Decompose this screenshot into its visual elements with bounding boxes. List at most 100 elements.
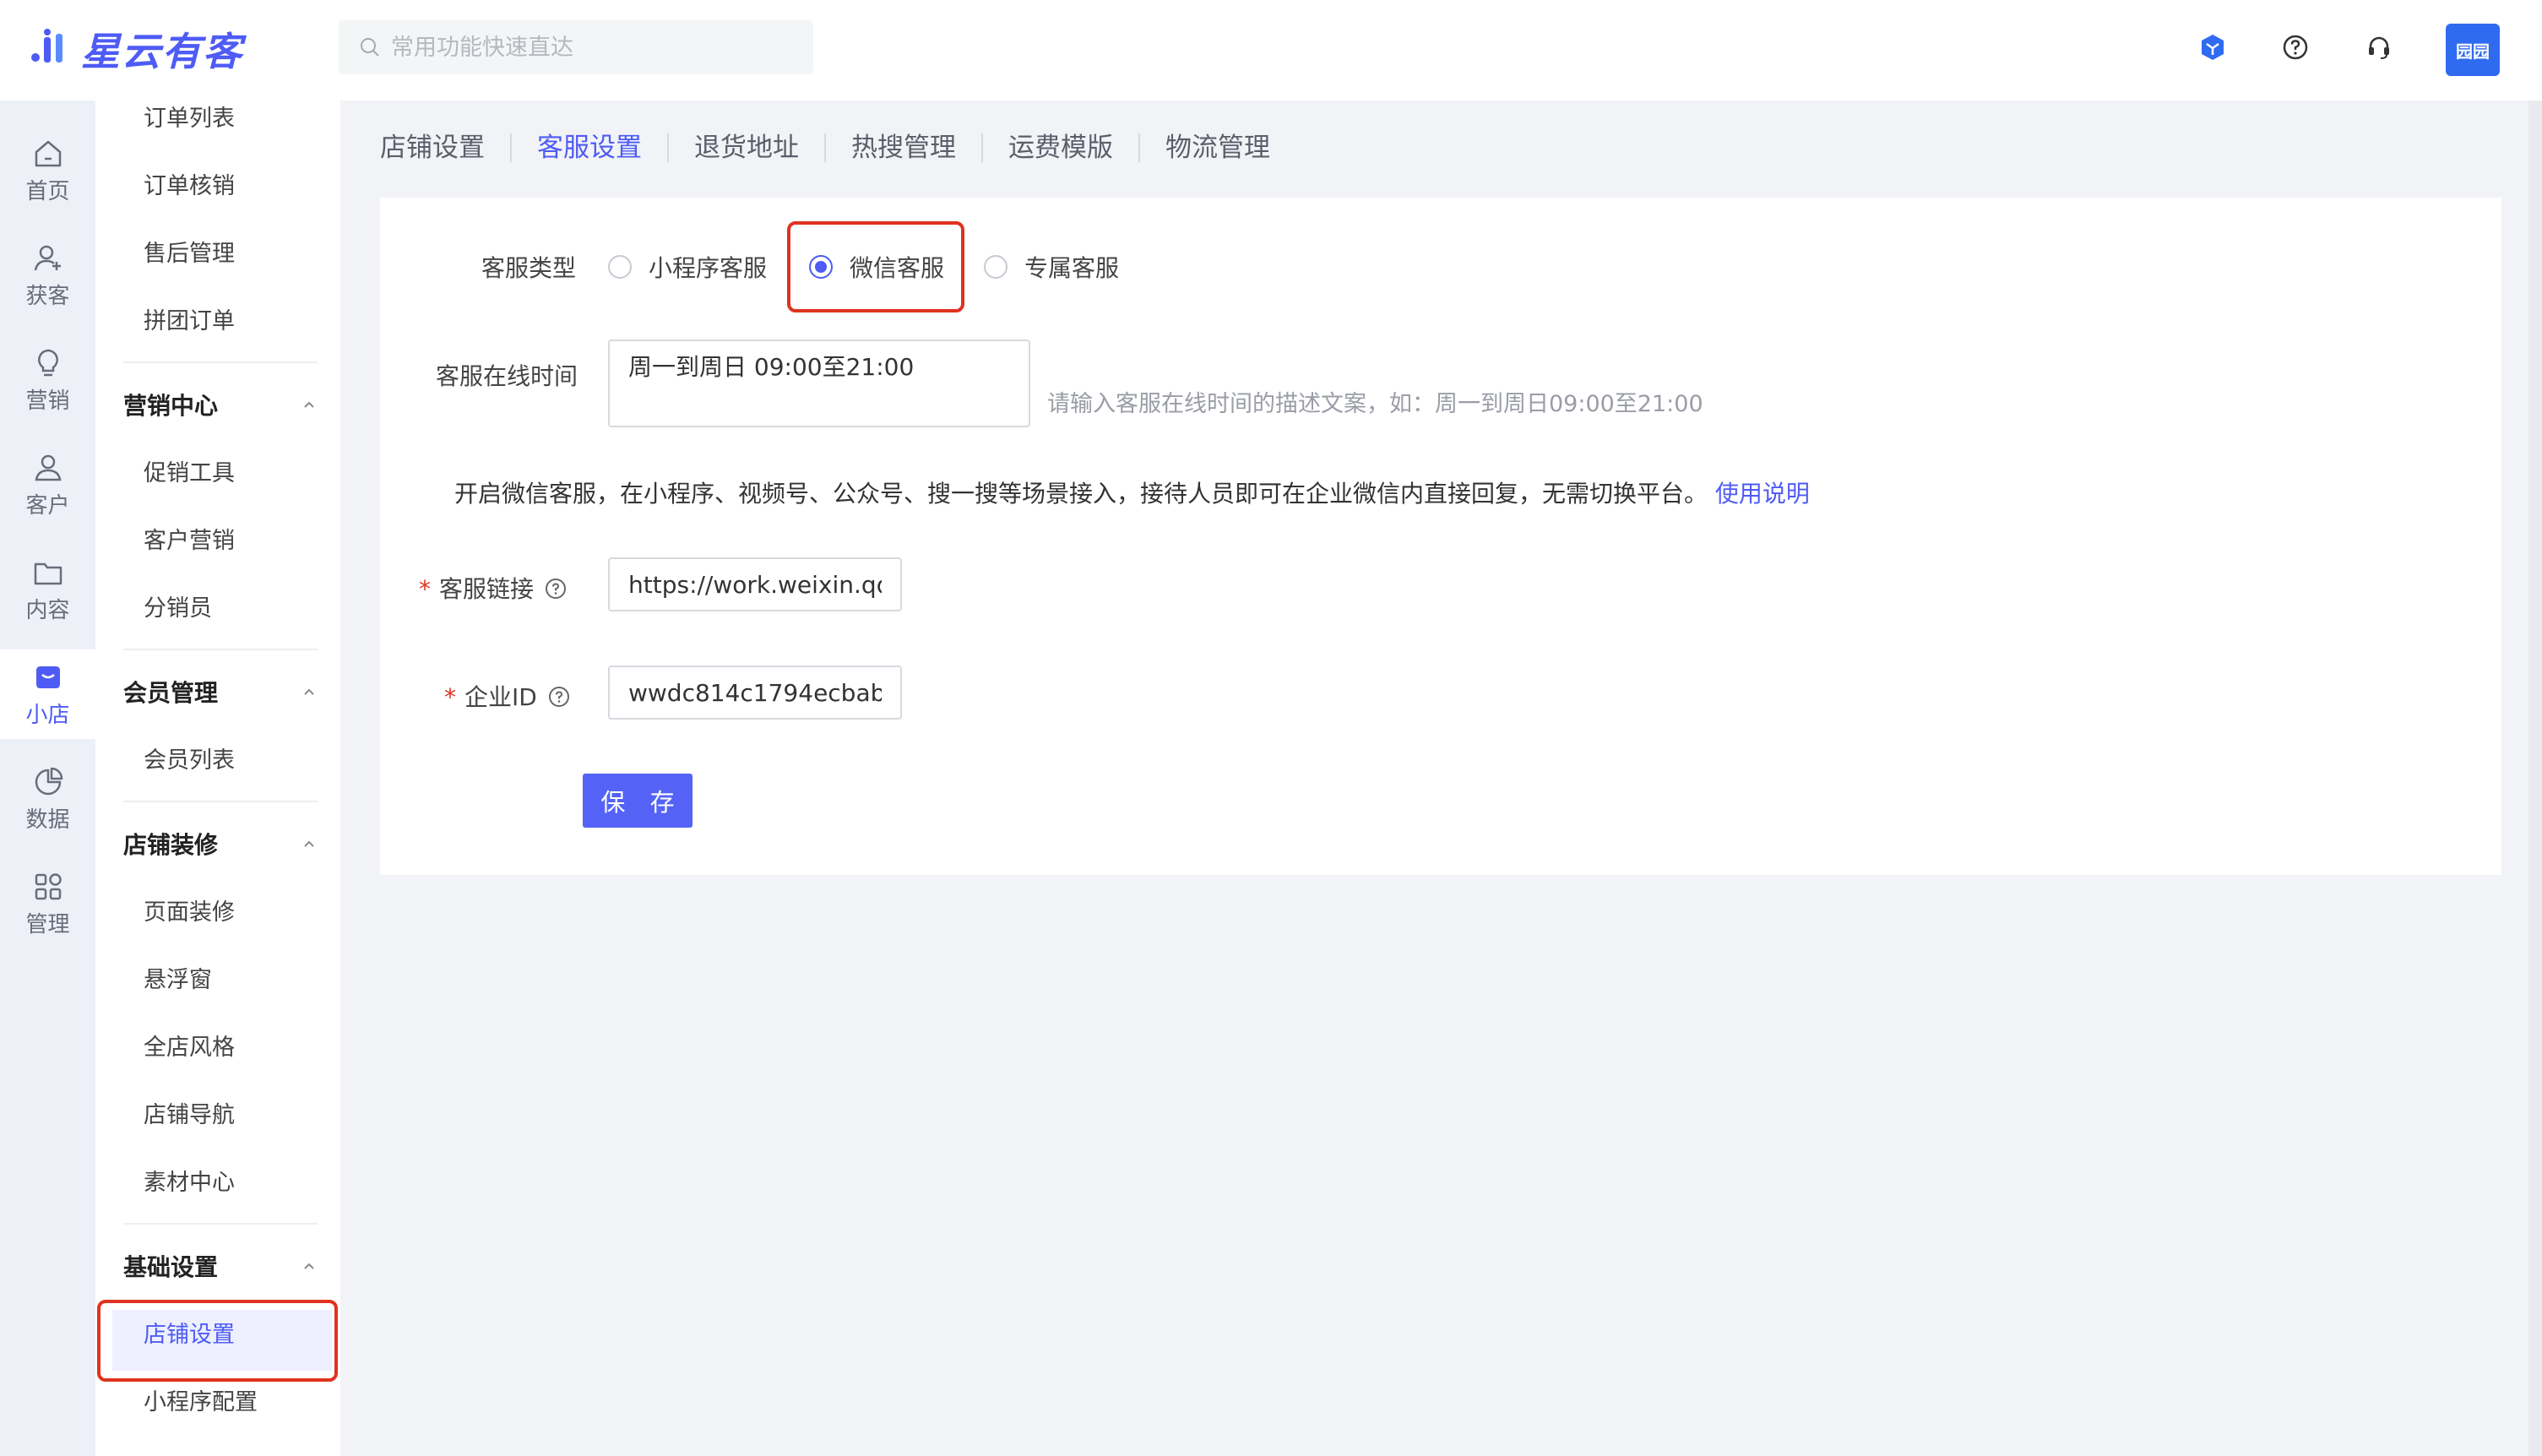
rail-item-home[interactable]: 首页 <box>0 126 95 215</box>
brand-logo[interactable]: 星云有客 <box>27 22 243 76</box>
top-bar: 星云有客 园园 <box>0 0 2542 101</box>
radio-dedicated-service[interactable]: 专属客服 <box>984 250 1119 284</box>
tab-shipping-template[interactable]: 运费模版 <box>981 133 1138 162</box>
radio-label: 专属客服 <box>1024 254 1120 282</box>
description-text: 开启微信客服，在小程序、视频号、公众号、搜一搜等场景接入，接待人员即可在企业微信… <box>454 480 1708 508</box>
sidebar-item-after-sale[interactable]: 售后管理 <box>144 237 235 271</box>
sidebar-item-distributor[interactable]: 分销员 <box>144 592 212 626</box>
save-button[interactable]: 保 存 <box>583 774 693 828</box>
sidebar-group-title: 营销中心 <box>123 392 219 420</box>
sidebar-item-store-nav[interactable]: 店铺导航 <box>144 1099 235 1133</box>
rail-label: 小店 <box>25 702 70 728</box>
cube-icon <box>2202 35 2224 60</box>
online-time-label: 客服在线时间 <box>436 362 578 390</box>
sidebar-item-page-decoration[interactable]: 页面装修 <box>144 896 235 930</box>
rail-item-content[interactable]: 内容 <box>0 545 95 634</box>
required-mark: * <box>419 575 431 603</box>
sidebar-group-basic-settings[interactable]: 基础设置 <box>123 1249 318 1283</box>
user-avatar[interactable]: 园园 <box>2446 24 2500 76</box>
help-circle-icon <box>2283 35 2308 60</box>
radio-dot[interactable] <box>608 255 632 279</box>
help-circle-icon[interactable] <box>547 685 571 709</box>
sidebar-item-floating-window[interactable]: 悬浮窗 <box>144 964 212 997</box>
wechat-service-description: 开启微信客服，在小程序、视频号、公众号、搜一搜等场景接入，接待人员即可在企业微信… <box>454 475 1810 509</box>
home-icon <box>35 140 61 166</box>
folder-icon <box>34 562 62 584</box>
wechat-option-highlight <box>787 221 964 312</box>
rail-item-shop[interactable]: 小店 <box>0 649 95 739</box>
brand-logo-icon <box>31 29 62 62</box>
cube-button[interactable] <box>2196 30 2230 64</box>
search-input[interactable] <box>391 34 796 61</box>
headset-icon <box>2369 36 2389 59</box>
sidebar-item-customer-marketing[interactable]: 客户营销 <box>144 524 235 558</box>
rail-item-manage[interactable]: 管理 <box>0 859 95 948</box>
sidebar-group-decoration[interactable]: 店铺装修 <box>123 827 318 861</box>
sidebar-divider <box>123 361 318 363</box>
sidebar-group-title: 会员管理 <box>123 679 219 707</box>
sidebar-item-promo-tools[interactable]: 促销工具 <box>144 457 235 491</box>
secondary-sidebar: 订单列表 订单核销 售后管理 拼团订单 营销中心 促销工具 客户营销 分销员 会… <box>95 101 340 1456</box>
help-button[interactable] <box>2279 30 2312 64</box>
sidebar-item-store-style[interactable]: 全店风格 <box>144 1031 235 1065</box>
sidebar-item-order-verify[interactable]: 订单核销 <box>144 170 235 204</box>
shop-icon <box>35 666 60 688</box>
user-icon <box>35 454 61 481</box>
settings-card <box>380 198 2501 875</box>
sidebar-item-material-center[interactable]: 素材中心 <box>144 1166 235 1200</box>
sidebar-item-member-list[interactable]: 会员列表 <box>144 744 235 778</box>
rail-item-customer[interactable]: 客户 <box>0 440 95 530</box>
sidebar-item-order-list[interactable]: 订单列表 <box>144 102 235 136</box>
tab-customer-service[interactable]: 客服设置 <box>510 133 667 162</box>
quick-search[interactable] <box>339 20 813 74</box>
radio-miniprogram-service[interactable]: 小程序客服 <box>608 250 767 284</box>
grid-icon <box>35 872 62 899</box>
corp-id-label-text: 企业ID <box>464 683 537 711</box>
radio-label: 小程序客服 <box>649 254 768 282</box>
online-time-input[interactable]: 周一到周日 09:00至21:00 <box>608 340 1030 427</box>
usage-guide-link[interactable]: 使用说明 <box>1715 480 1810 508</box>
page-scrollbar[interactable] <box>2528 101 2542 1456</box>
chevron-up-icon <box>304 840 314 847</box>
rail-label: 内容 <box>25 597 70 623</box>
corp-id-input[interactable] <box>608 666 902 720</box>
tab-store-settings[interactable]: 店铺设置 <box>380 133 510 162</box>
primary-nav-rail: 首页 获客 营销 客户 内容 小店 数据 管理 <box>0 101 95 1456</box>
rail-label: 客户 <box>25 492 70 519</box>
chevron-up-icon <box>304 688 314 695</box>
search-icon <box>361 38 379 57</box>
sidebar-divider <box>123 1223 318 1225</box>
rail-item-acquire[interactable]: 获客 <box>0 231 95 320</box>
sidebar-group-title: 基础设置 <box>123 1253 219 1281</box>
rail-label: 营销 <box>25 388 70 414</box>
rail-label: 管理 <box>25 911 70 937</box>
customer-service-button[interactable] <box>2362 30 2396 64</box>
rail-item-data[interactable]: 数据 <box>0 754 95 844</box>
rail-label: 获客 <box>25 283 70 309</box>
tab-return-address[interactable]: 退货地址 <box>667 133 824 162</box>
chevron-up-icon <box>304 1263 314 1269</box>
required-mark: * <box>444 683 456 711</box>
tab-hot-search[interactable]: 热搜管理 <box>824 133 981 162</box>
sidebar-item-group-order[interactable]: 拼团订单 <box>144 305 235 339</box>
rail-label: 数据 <box>25 807 70 833</box>
help-circle-icon[interactable] <box>544 577 568 600</box>
sidebar-divider <box>123 801 318 802</box>
sidebar-divider <box>123 649 318 650</box>
service-link-input[interactable] <box>608 557 902 611</box>
user-add-icon <box>34 245 61 270</box>
service-link-label-text: 客服链接 <box>439 575 535 603</box>
tab-logistics[interactable]: 物流管理 <box>1138 133 1295 162</box>
radio-dot[interactable] <box>984 255 1008 279</box>
corp-id-label: * 企业ID <box>444 679 571 713</box>
bulb-icon <box>37 349 58 376</box>
brand-name: 星云有客 <box>81 29 243 74</box>
rail-item-marketing[interactable]: 营销 <box>0 335 95 425</box>
sidebar-group-marketing[interactable]: 营销中心 <box>123 388 318 421</box>
pie-chart-icon <box>35 767 62 795</box>
sidebar-group-member[interactable]: 会员管理 <box>123 675 318 709</box>
sidebar-group-title: 店铺装修 <box>123 831 219 859</box>
service-link-label: * 客服链接 <box>419 571 568 605</box>
sidebar-item-miniprogram-config[interactable]: 小程序配置 <box>144 1386 258 1420</box>
online-time-hint: 请输入客服在线时间的描述文案，如：周一到周日09:00至21:00 <box>1047 391 1703 417</box>
